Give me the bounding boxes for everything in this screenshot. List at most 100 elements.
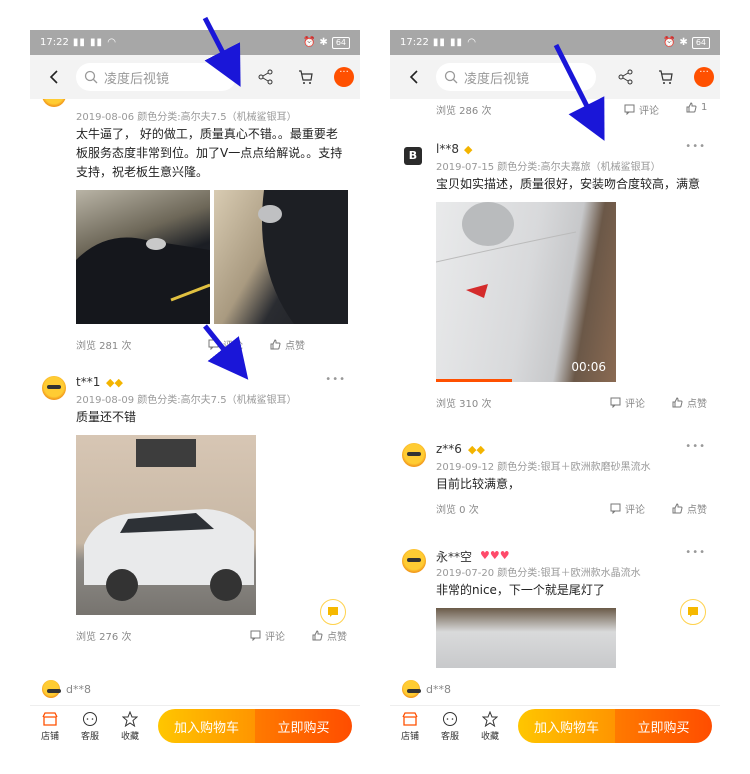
avatar xyxy=(402,680,421,698)
avatar xyxy=(42,680,61,698)
more-menu-button[interactable]: ··· xyxy=(334,67,354,87)
shop-button[interactable]: 店铺 xyxy=(390,711,430,742)
comment-button[interactable]: 评论 xyxy=(610,501,645,516)
favorite-button[interactable]: 收藏 xyxy=(110,710,150,742)
service-icon xyxy=(443,711,457,726)
review-text: 质量还不错 xyxy=(76,410,137,424)
feedback-float-button[interactable] xyxy=(680,599,706,625)
customer-service-button[interactable]: 客服 xyxy=(70,711,110,742)
member-badge: ◆◆ xyxy=(468,443,485,456)
review-list: 2019-08-06 颜色分类:高尔夫7.5（机械鲨银耳） 太牛逼了， 好的做工… xyxy=(30,99,360,705)
review-more-icon[interactable]: ••• xyxy=(325,374,346,385)
favorite-button[interactable]: 收藏 xyxy=(470,710,510,742)
like-button[interactable]: 点赞 xyxy=(672,395,707,410)
thumbs-up-icon xyxy=(270,339,281,350)
review-meta: 2019-08-06 颜色分类:高尔夫7.5（机械鲨银耳） xyxy=(76,112,297,123)
battery-level: 64 xyxy=(691,36,710,49)
review-more-icon[interactable]: ••• xyxy=(685,141,706,152)
star-icon xyxy=(482,710,498,727)
status-bar: 17:22 ▮▮ ▮▮ ◠ ⏰ ✱ 64 xyxy=(390,30,720,55)
review-actions: 浏览 310 次 评论 点赞 xyxy=(390,390,720,414)
reviewer-name: l**8 xyxy=(436,142,459,156)
status-time: 17:22 xyxy=(40,37,69,48)
battery-level: 64 xyxy=(331,36,350,49)
review-item: B l**8 ◆ ••• 2019-07-15 颜色分类:高尔夫嘉旅（机械鲨银耳… xyxy=(390,139,720,414)
review-actions: 浏览 281 次 评论 点赞 xyxy=(30,332,360,356)
view-count: 浏览 286 次 xyxy=(436,106,492,117)
review-text: 宝贝如实描述，质量很好，安装吻合度较高，满意 xyxy=(436,177,701,191)
review-more-icon[interactable]: ••• xyxy=(685,441,706,452)
top-nav: 凌度后视镜 ··· xyxy=(390,55,720,99)
comment-icon xyxy=(610,503,621,514)
review-photo[interactable] xyxy=(76,190,210,324)
review-item: 2019-08-06 颜色分类:高尔夫7.5（机械鲨银耳） 太牛逼了， 好的做工… xyxy=(30,99,360,356)
review-meta: 2019-07-20 颜色分类:银耳＋欧洲款水晶流水 xyxy=(436,568,641,579)
review-photo[interactable] xyxy=(214,190,348,324)
top-nav: 凌度后视镜 ··· xyxy=(30,55,360,99)
like-button[interactable]: 点赞 xyxy=(312,628,347,643)
bluetooth-icon: ✱ xyxy=(319,37,328,48)
comment-button[interactable]: 评论 xyxy=(610,395,645,410)
view-count: 浏览 310 次 xyxy=(436,399,492,410)
right-phone-screenshot: 17:22 ▮▮ ▮▮ ◠ ⏰ ✱ 64 凌度后视镜 ··· 浏览 286 次 … xyxy=(390,30,720,746)
share-icon[interactable] xyxy=(616,67,636,87)
review-text: 太牛逼了， 好的做工，质量真心不错。。最重要老板服务态度非常到位。加了V一点点给… xyxy=(76,127,343,179)
thumbs-up-icon xyxy=(312,630,323,641)
share-icon[interactable] xyxy=(256,67,276,87)
review-meta: 2019-08-09 颜色分类:高尔夫7.5（机械鲨银耳） xyxy=(76,395,297,406)
comment-button[interactable]: 评论 xyxy=(624,102,659,117)
service-icon xyxy=(83,711,97,726)
buy-now-button[interactable]: 立即购买 xyxy=(615,709,712,743)
comment-button[interactable]: 评论 xyxy=(208,337,243,352)
search-icon xyxy=(84,70,98,84)
review-photo[interactable] xyxy=(76,435,256,615)
like-button[interactable]: 点赞 xyxy=(270,337,305,352)
review-video[interactable]: 00:06 xyxy=(436,202,616,382)
review-more-icon[interactable]: ••• xyxy=(685,547,706,558)
bottom-action-bar: 店铺 客服 收藏 加入购物车 立即购买 xyxy=(30,705,360,746)
member-badge: ◆◆ xyxy=(106,376,123,389)
add-to-cart-button[interactable]: 加入购物车 xyxy=(158,709,255,743)
reviewer-name: d**8 xyxy=(66,682,91,696)
next-review-header: d**8 xyxy=(42,680,91,698)
back-icon[interactable] xyxy=(48,70,62,84)
review-photo[interactable] xyxy=(436,608,616,668)
shop-icon xyxy=(42,711,58,726)
comment-button[interactable]: 评论 xyxy=(250,628,285,643)
avatar xyxy=(402,549,426,573)
feedback-float-button[interactable] xyxy=(320,599,346,625)
note-icon xyxy=(328,607,338,617)
avatar xyxy=(402,443,426,467)
back-icon[interactable] xyxy=(408,70,422,84)
note-icon xyxy=(688,607,698,617)
search-input[interactable]: 凌度后视镜 xyxy=(76,63,236,91)
left-phone-screenshot: 17:22 ▮▮ ▮▮ ◠ ⏰ ✱ 64 凌度后视镜 ··· 2019-08-0… xyxy=(30,30,360,746)
add-to-cart-button[interactable]: 加入购物车 xyxy=(518,709,615,743)
like-button[interactable]: 1 xyxy=(686,102,707,113)
member-badge: ◆ xyxy=(464,143,473,156)
view-count: 浏览 0 次 xyxy=(436,505,479,516)
cart-icon[interactable] xyxy=(296,67,316,87)
like-button[interactable]: 点赞 xyxy=(672,501,707,516)
review-photos xyxy=(76,190,360,324)
search-placeholder: 凌度后视镜 xyxy=(104,71,170,87)
search-input[interactable]: 凌度后视镜 xyxy=(436,63,596,91)
bottom-action-bar: 店铺 客服 收藏 加入购物车 立即购买 xyxy=(390,705,720,746)
search-icon xyxy=(444,70,458,84)
view-count: 浏览 276 次 xyxy=(76,632,132,643)
avatar xyxy=(42,376,66,400)
buy-now-button[interactable]: 立即购买 xyxy=(255,709,352,743)
star-icon xyxy=(122,710,138,727)
shop-icon xyxy=(402,711,418,726)
more-menu-button[interactable]: ··· xyxy=(694,67,714,87)
customer-service-button[interactable]: 客服 xyxy=(430,711,470,742)
review-list: 浏览 286 次 评论 1 B l**8 ◆ ••• 2019-07-15 颜色… xyxy=(390,99,720,705)
shop-button[interactable]: 店铺 xyxy=(30,711,70,742)
review-text: 非常的nice，下一个就是尾灯了 xyxy=(436,583,605,597)
search-placeholder: 凌度后视镜 xyxy=(464,71,530,87)
video-duration: 00:06 xyxy=(571,360,606,374)
cart-icon[interactable] xyxy=(656,67,676,87)
comment-icon xyxy=(624,104,635,115)
alarm-icon: ⏰ xyxy=(662,37,676,48)
review-item: z**6 ◆◆ ••• 2019-09-12 颜色分类:银耳＋欧洲款磨砂黑流水 … xyxy=(390,439,720,520)
